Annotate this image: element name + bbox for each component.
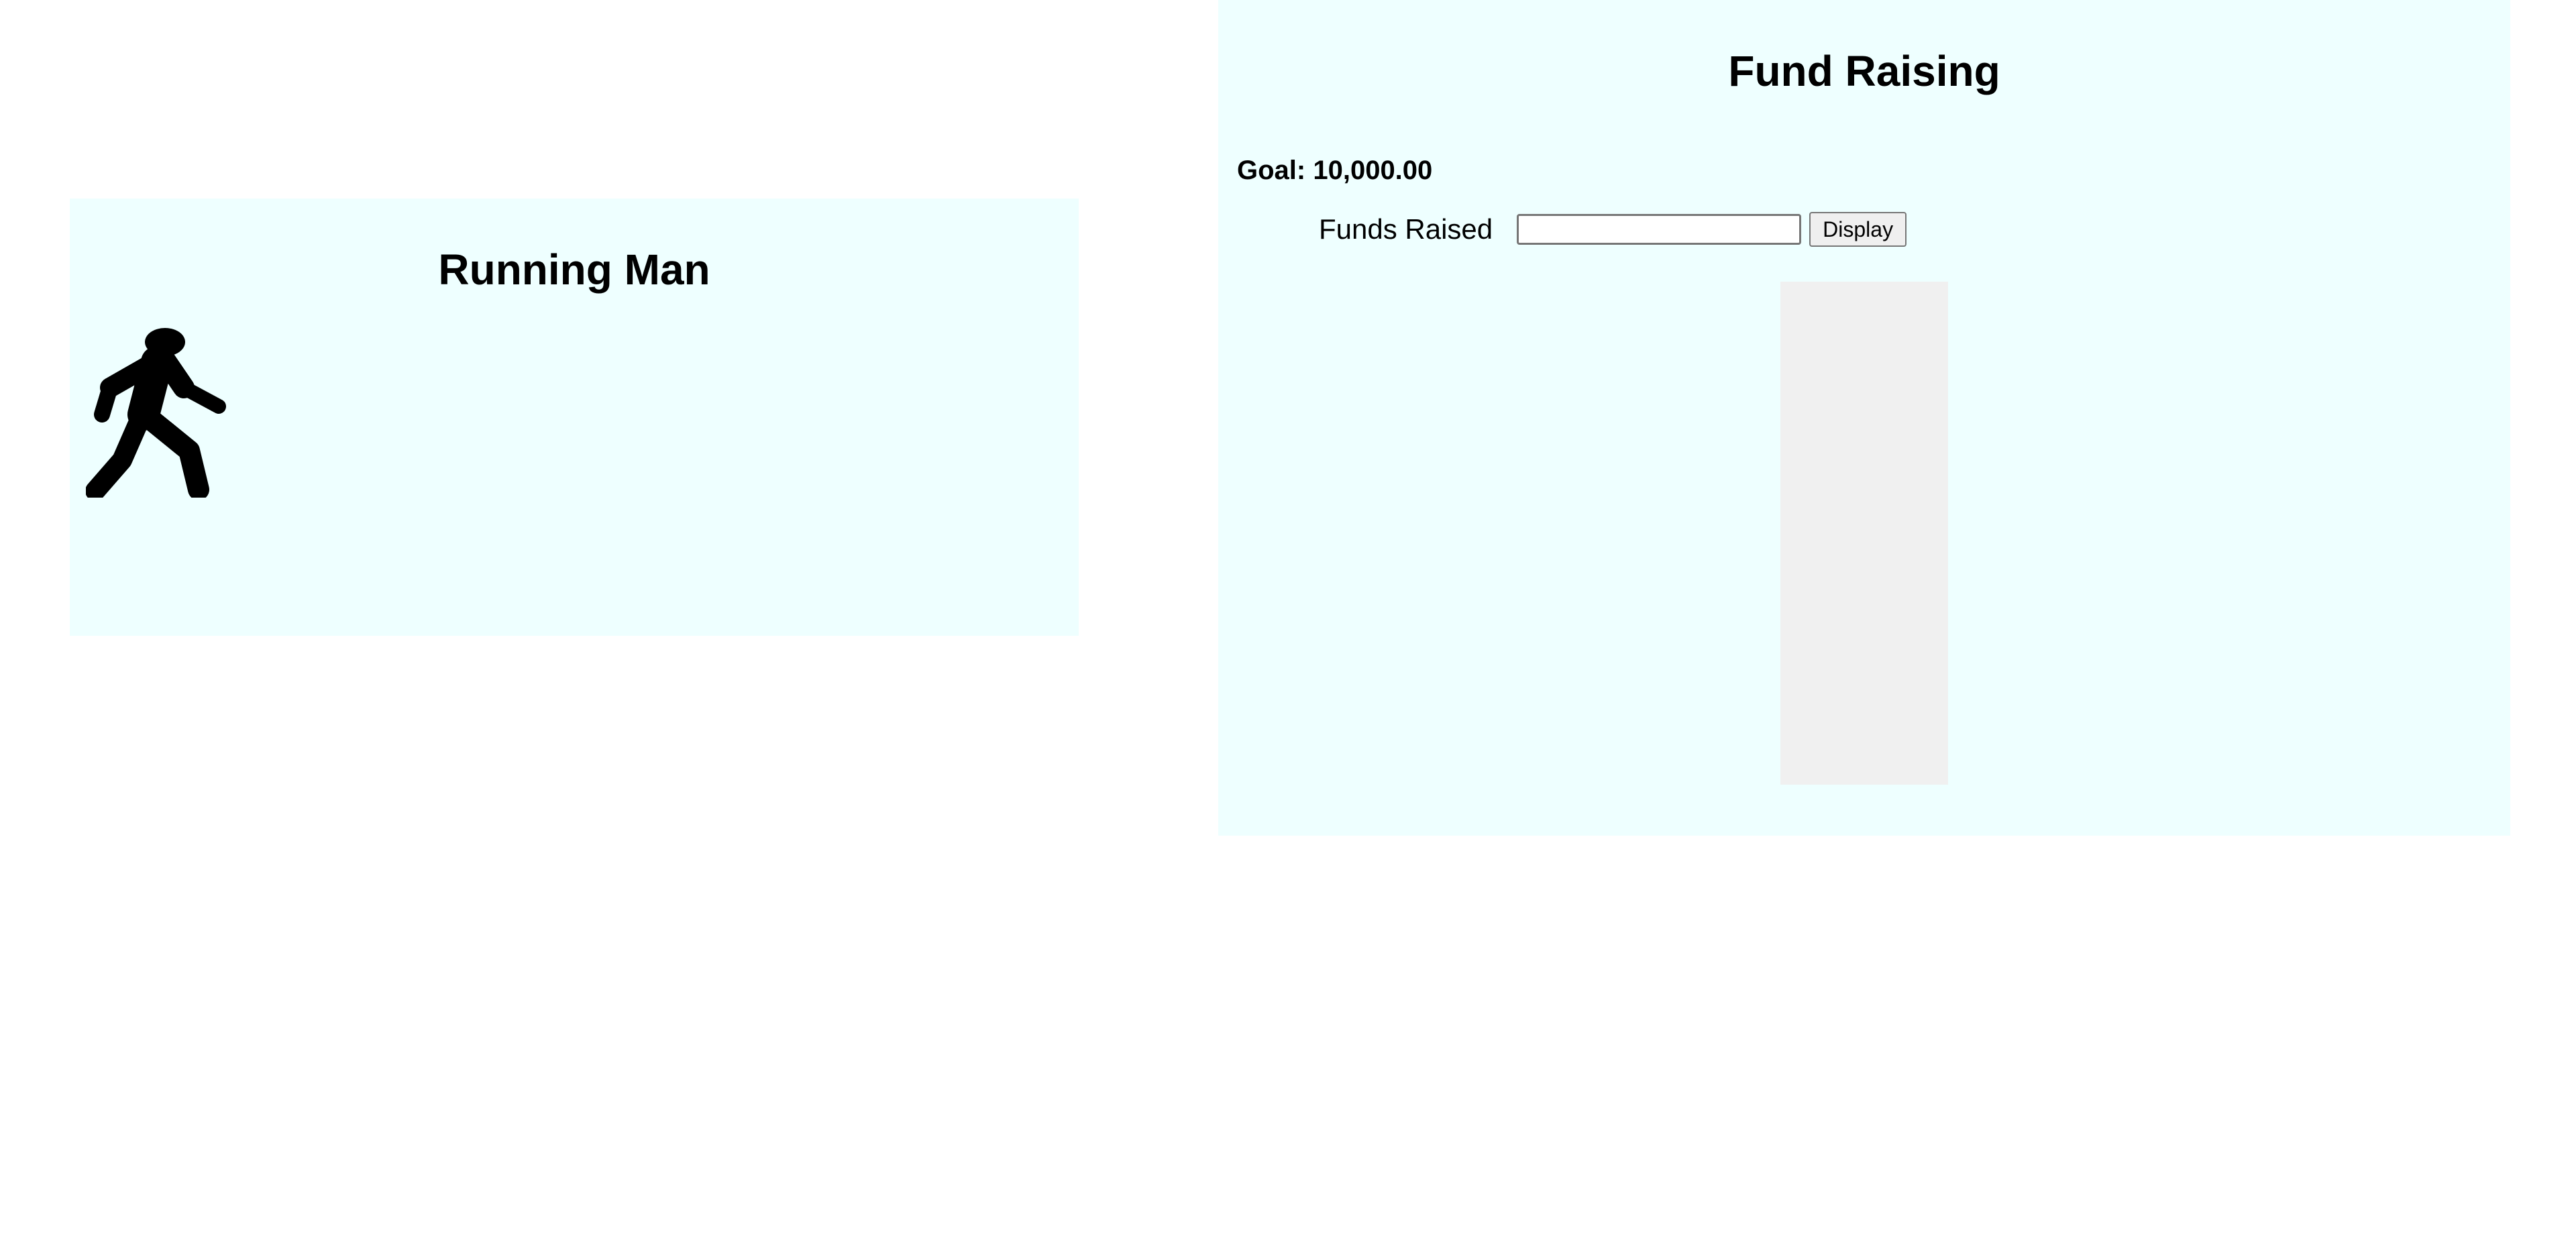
running-man-title: Running Man	[438, 245, 710, 294]
goal-text: Goal: 10,000.00	[1237, 156, 1433, 185]
running-man-panel: Running Man	[70, 199, 1079, 636]
funds-raised-label: Funds Raised	[1319, 213, 1493, 245]
funds-raised-input[interactable]	[1517, 214, 1802, 245]
walking-person-icon	[86, 328, 226, 498]
funds-raised-row: Funds Raised Display	[1319, 209, 1907, 249]
page: Running Man Fund Raising Goal: 10,000.00…	[0, 0, 2576, 1234]
fund-raising-panel: Fund Raising Goal: 10,000.00 Funds Raise…	[1218, 0, 2510, 836]
funds-thermometer-bar	[1780, 282, 1948, 785]
fund-raising-title: Fund Raising	[1728, 47, 2000, 95]
display-button[interactable]: Display	[1809, 212, 1907, 247]
